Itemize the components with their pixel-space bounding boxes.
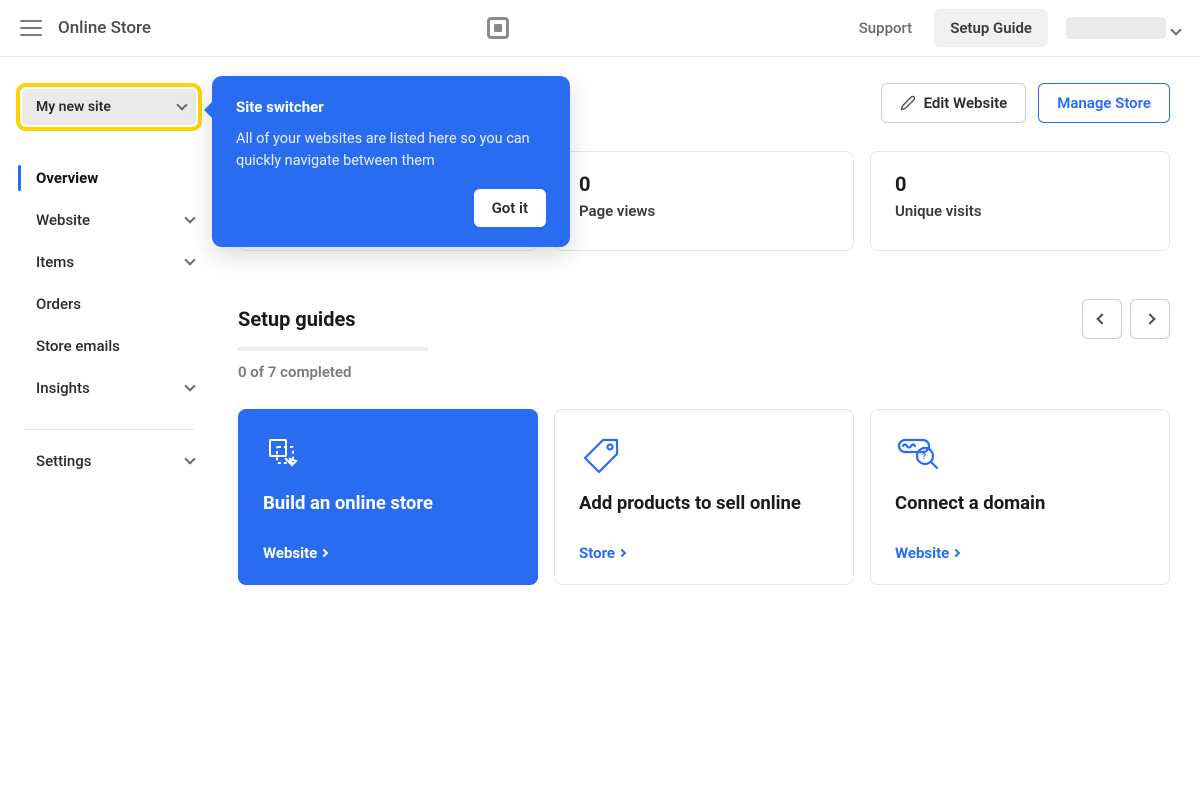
topbar-right: Support Setup Guide: [845, 9, 1180, 47]
topbar-left: Online Store: [20, 18, 151, 38]
nav-separator: [24, 429, 194, 430]
topbar-center: [151, 17, 845, 39]
stat-card-unique-visits[interactable]: 0 Unique visits: [870, 151, 1170, 251]
guide-link[interactable]: Website: [895, 544, 1145, 562]
tag-icon: [579, 434, 829, 478]
setup-guide-button[interactable]: Setup Guide: [934, 9, 1048, 47]
stat-value: 0: [579, 172, 829, 196]
carousel-prev-button[interactable]: [1082, 299, 1122, 339]
site-switcher-label: My new site: [36, 99, 111, 115]
guide-link-label: Store: [579, 544, 615, 562]
chevron-left-icon: [1096, 313, 1107, 324]
setup-progress-text: 0 of 7 completed: [238, 363, 1170, 381]
button-label: Manage Store: [1057, 94, 1151, 112]
nav-insights[interactable]: Insights: [0, 367, 218, 409]
guide-link-label: Website: [895, 544, 949, 562]
chevron-down-icon: [186, 457, 194, 465]
site-switcher-highlight: My new site: [16, 83, 202, 131]
chevron-right-icon: [320, 549, 328, 557]
setup-guides-heading: Setup guides: [238, 307, 356, 331]
nav-label: Insights: [36, 379, 90, 397]
chevron-down-icon: [178, 103, 186, 111]
nav-label: Orders: [36, 295, 81, 313]
nav-settings[interactable]: Settings: [0, 440, 218, 482]
setup-cards-row: Build an online store Website Add produc…: [238, 409, 1170, 585]
sidebar-nav-secondary: Settings: [0, 440, 218, 492]
account-menu[interactable]: [1056, 17, 1180, 39]
sidebar: My new site Overview Website Items Order…: [0, 57, 218, 585]
nav-label: Overview: [36, 169, 98, 187]
account-placeholder: [1066, 17, 1166, 39]
carousel-next-button[interactable]: [1130, 299, 1170, 339]
nav-overview[interactable]: Overview: [0, 157, 218, 199]
nav-website[interactable]: Website: [0, 199, 218, 241]
square-logo-icon[interactable]: [487, 17, 509, 39]
guide-title: Add products to sell online: [579, 492, 829, 514]
stat-label: Unique visits: [895, 202, 1145, 220]
layout-icon: [263, 434, 513, 478]
chevron-down-icon: [186, 384, 194, 392]
guide-title: Connect a domain: [895, 492, 1145, 514]
got-it-button[interactable]: Got it: [474, 189, 546, 227]
setup-progress-bar: [238, 347, 428, 351]
nav-label: Website: [36, 211, 90, 229]
nav-label: Settings: [36, 452, 92, 470]
guide-card-build-store[interactable]: Build an online store Website: [238, 409, 538, 585]
site-switcher-popover: Site switcher All of your websites are l…: [212, 76, 570, 247]
popover-title: Site switcher: [236, 98, 546, 116]
nav-items[interactable]: Items: [0, 241, 218, 283]
stat-label: Page views: [579, 202, 829, 220]
manage-store-button[interactable]: Manage Store: [1038, 83, 1170, 123]
nav-orders[interactable]: Orders: [0, 283, 218, 325]
chevron-right-icon: [952, 549, 960, 557]
stat-value: 0: [895, 172, 1145, 196]
popover-body: All of your websites are listed here so …: [236, 128, 546, 173]
svg-text:?: ?: [922, 452, 926, 461]
button-label: Edit Website: [924, 94, 1008, 112]
chevron-down-icon: [1172, 19, 1180, 38]
chevron-right-icon: [618, 549, 626, 557]
menu-icon[interactable]: [20, 20, 42, 36]
domain-search-icon: ?: [895, 434, 1145, 478]
topbar: Online Store Support Setup Guide: [0, 0, 1200, 57]
guide-link[interactable]: Website: [263, 544, 513, 562]
guide-card-connect-domain[interactable]: ? Connect a domain Website: [870, 409, 1170, 585]
sidebar-nav: Overview Website Items Orders Store emai…: [0, 157, 218, 419]
pencil-icon: [900, 95, 916, 111]
support-link[interactable]: Support: [845, 9, 926, 47]
stat-card-page-views[interactable]: 0 Page views: [554, 151, 854, 251]
nav-label: Store emails: [36, 337, 120, 355]
chevron-down-icon: [186, 216, 194, 224]
chevron-right-icon: [1144, 313, 1155, 324]
app-title: Online Store: [58, 18, 151, 38]
nav-store-emails[interactable]: Store emails: [0, 325, 218, 367]
guide-title: Build an online store: [263, 492, 513, 514]
edit-website-button[interactable]: Edit Website: [881, 83, 1027, 123]
nav-label: Items: [36, 253, 74, 271]
guide-link-label: Website: [263, 544, 317, 562]
guide-card-add-products[interactable]: Add products to sell online Store: [554, 409, 854, 585]
site-switcher[interactable]: My new site: [22, 89, 196, 125]
guide-link[interactable]: Store: [579, 544, 829, 562]
chevron-down-icon: [186, 258, 194, 266]
